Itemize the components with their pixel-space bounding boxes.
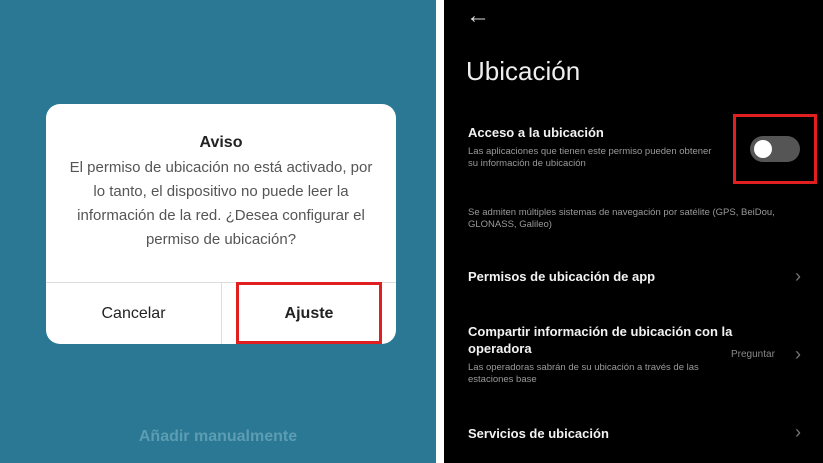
setting-item-value: Preguntar [731,349,775,360]
page-title: Ubicación [466,56,581,86]
setting-item-title: Permisos de ubicación de app [468,269,656,284]
gnss-note: Se admiten múltiples sistemas de navegac… [468,207,775,230]
add-manually-button[interactable]: Añadir manualmente [0,428,436,446]
chevron-right-icon: › [795,422,801,442]
dialog-title: Aviso [199,134,243,151]
cancel-button[interactable]: Cancelar [46,283,221,344]
dialog-message: El permiso de ubicación no está activado… [69,159,373,248]
location-access-subtitle: Las aplicaciones que tienen este permiso… [468,146,712,169]
highlight-box-toggle [733,114,817,184]
location-settings-screen: ← Ubicación Acceso a la ubicación Las ap… [444,0,823,463]
app-background-panel: Aviso El permiso de ubicación no está ac… [0,0,436,463]
setting-item-title: Compartir información de ubicación con l… [468,324,733,356]
chevron-right-icon: › [795,266,801,286]
arrow-left-icon[interactable]: ← [466,2,490,30]
setting-item-subtitle: Las operadoras sabrán de su ubicación a … [468,362,699,385]
location-access-title: Acceso a la ubicación [468,125,604,140]
chevron-right-icon: › [795,344,801,364]
setting-item-title: Servicios de ubicación [468,426,609,441]
panel-separator [436,0,444,463]
highlight-box-settings-button [236,282,382,344]
